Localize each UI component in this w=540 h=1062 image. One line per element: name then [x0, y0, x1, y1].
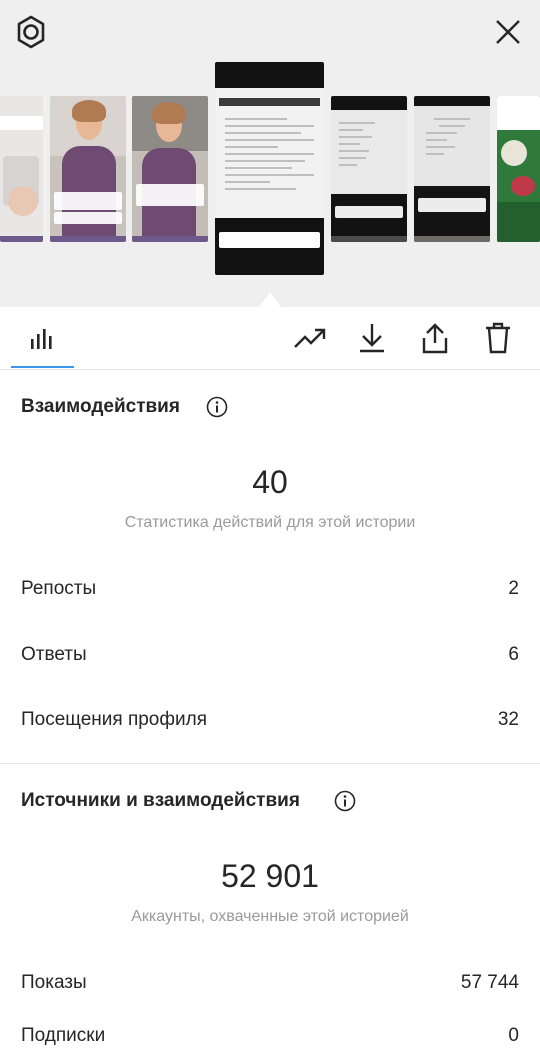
- story-thumbnail[interactable]: [497, 96, 540, 242]
- insights-tab[interactable]: [20, 316, 64, 360]
- info-icon[interactable]: [334, 790, 356, 812]
- discovery-title: Источники и взаимодействия: [21, 790, 300, 811]
- row-label-profile-visits: Посещения профиля: [21, 709, 207, 730]
- close-button[interactable]: [486, 10, 530, 54]
- row-value-replies: 6: [508, 644, 519, 665]
- promote-button[interactable]: [288, 316, 332, 360]
- interactions-total: 40: [252, 464, 288, 500]
- interactions-title: Взаимодействия: [21, 396, 180, 417]
- story-thumbnail[interactable]: [331, 96, 407, 242]
- story-actions-toolbar: [0, 307, 540, 370]
- row-label-impressions: Показы: [21, 972, 87, 993]
- discovery-total: 52 901: [221, 858, 319, 894]
- stories-carousel: [0, 0, 540, 307]
- info-icon[interactable]: [206, 396, 228, 418]
- row-label-replies: Ответы: [21, 644, 87, 665]
- active-tab-indicator: [11, 366, 74, 368]
- download-button[interactable]: [350, 316, 394, 360]
- delete-button[interactable]: [476, 316, 520, 360]
- gear-icon: [17, 15, 45, 49]
- story-thumbnail[interactable]: [0, 96, 43, 242]
- list-item: Посещения профиля 32: [21, 709, 519, 739]
- story-thumbnail[interactable]: [50, 96, 126, 242]
- list-item: Показы 57 744: [21, 972, 519, 1002]
- list-item: Ответы 6: [21, 644, 519, 674]
- close-icon: [496, 20, 520, 44]
- story-thumbnail[interactable]: [414, 96, 490, 242]
- selected-pointer: [259, 292, 281, 307]
- download-icon: [360, 324, 384, 353]
- interactions-caption: Статистика действий для этой истории: [124, 514, 416, 531]
- row-value-impressions: 57 744: [460, 972, 519, 993]
- bar-chart-icon: [31, 329, 52, 349]
- row-label-reposts: Репосты: [21, 578, 97, 599]
- share-button[interactable]: [413, 316, 457, 360]
- row-value-follows: 0: [508, 1025, 519, 1046]
- list-item: Репосты 2: [21, 578, 519, 608]
- discovery-caption: Аккаунты, охваченные этой историей: [131, 908, 409, 925]
- story-thumbnail[interactable]: [132, 96, 208, 242]
- share-icon: [422, 323, 448, 354]
- section-divider: [0, 763, 540, 764]
- trending-up-icon: [294, 328, 326, 348]
- story-thumbnail-selected[interactable]: [215, 62, 324, 275]
- trash-icon: [486, 322, 510, 354]
- list-item: Подписки 0: [21, 1025, 519, 1055]
- row-value-profile-visits: 32: [497, 709, 519, 730]
- row-value-reposts: 2: [508, 578, 519, 599]
- row-label-follows: Подписки: [21, 1025, 106, 1046]
- settings-button[interactable]: [9, 10, 53, 54]
